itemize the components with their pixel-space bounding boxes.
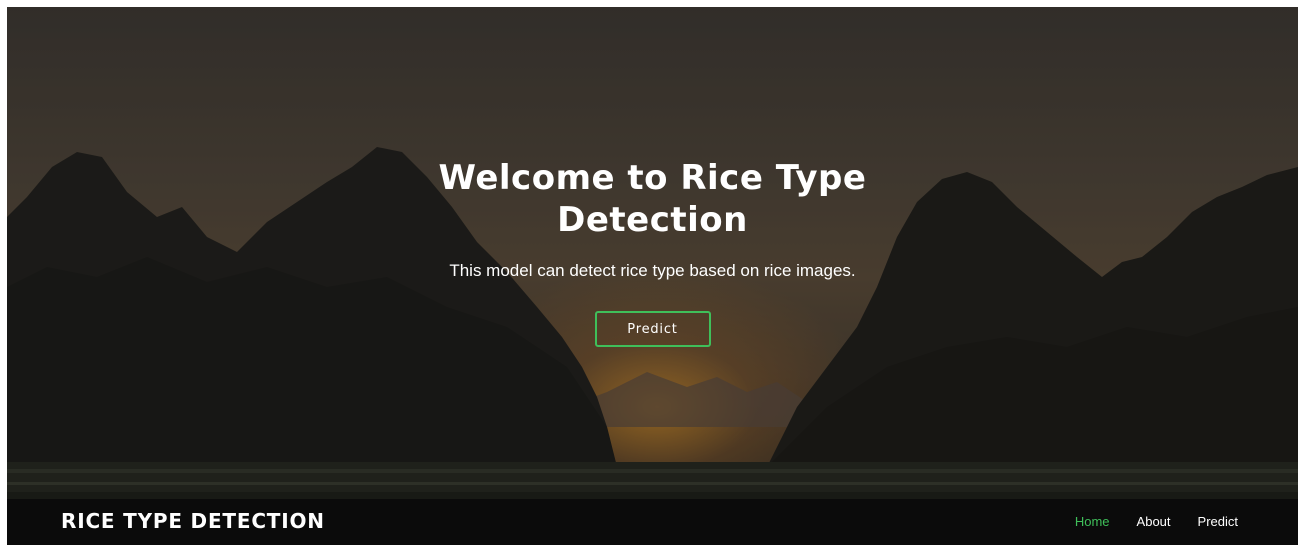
brand-logo-text[interactable]: RICE TYPE DETECTION <box>61 509 325 533</box>
hero-subtitle: This model can detect rice type based on… <box>449 261 856 280</box>
nav-link-predict[interactable]: Predict <box>1198 514 1238 529</box>
page-frame: Welcome to Rice Type Detection This mode… <box>7 7 1298 545</box>
navbar: RICE TYPE DETECTION Home About Predict <box>7 499 1298 545</box>
hero-title: Welcome to Rice Type Detection <box>438 158 867 240</box>
hero-section: Welcome to Rice Type Detection This mode… <box>7 7 1298 499</box>
nav-links: Home About Predict <box>1075 514 1238 529</box>
nav-link-home[interactable]: Home <box>1075 514 1110 529</box>
nav-link-about[interactable]: About <box>1137 514 1171 529</box>
hero-content: Welcome to Rice Type Detection This mode… <box>7 157 1298 347</box>
predict-button[interactable]: Predict <box>594 311 711 347</box>
